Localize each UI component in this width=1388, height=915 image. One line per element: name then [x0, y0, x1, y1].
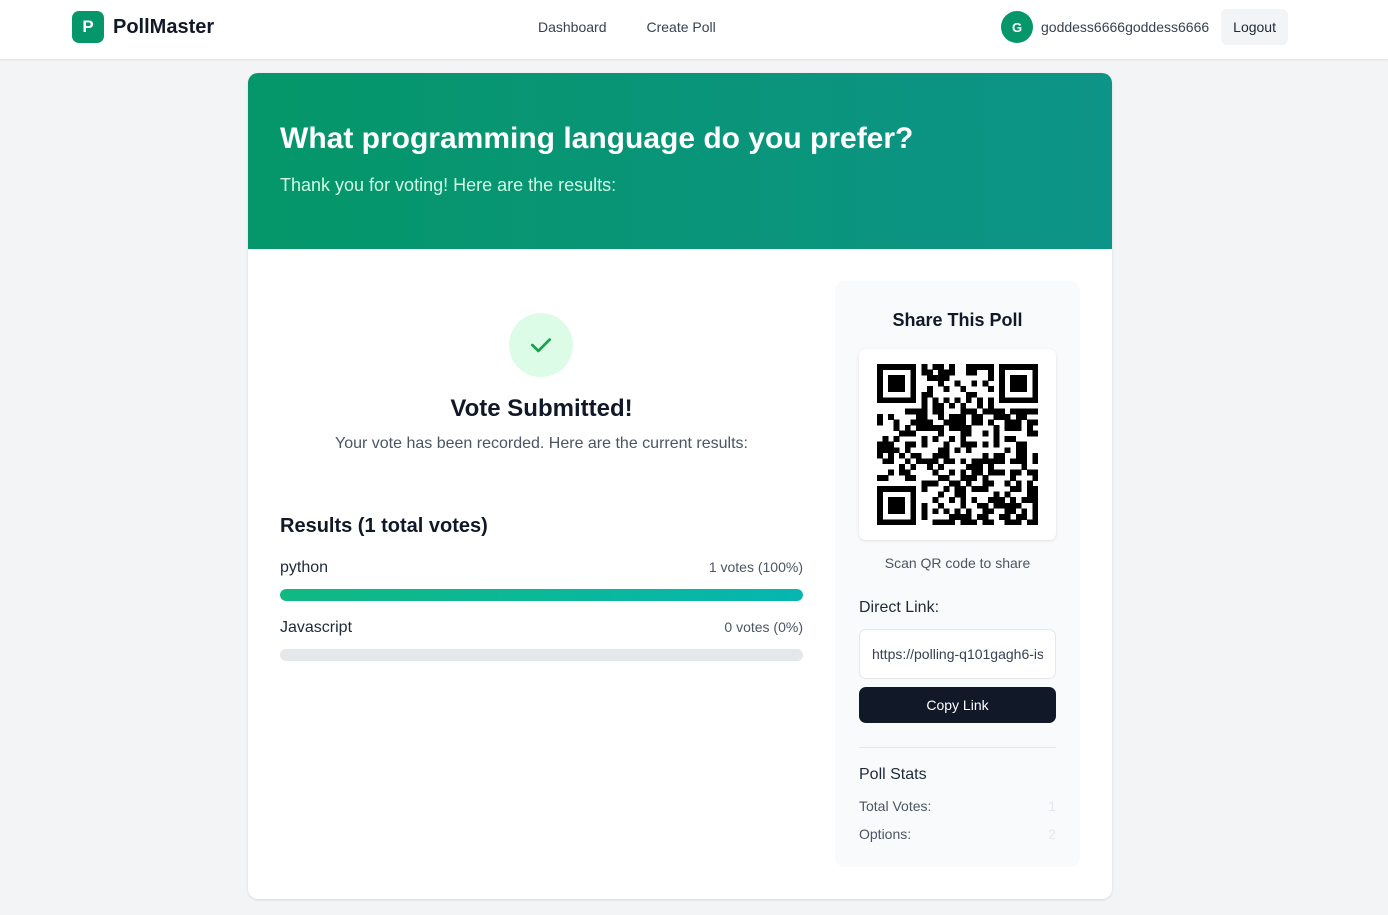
result-bar-track — [280, 589, 803, 601]
vote-submitted-title: Vote Submitted! — [450, 395, 633, 422]
poll-header: What programming language do you prefer?… — [248, 73, 1112, 249]
option-name: Javascript — [280, 619, 353, 636]
result-option: python 1 votes (100%) — [280, 559, 803, 601]
stat-value: 1 — [1048, 798, 1056, 814]
option-votes: 1 votes (100%) — [708, 559, 803, 575]
stat-row-options: Options: 2 — [859, 826, 1056, 842]
poll-question: What programming language do you prefer? — [280, 122, 914, 155]
divider — [859, 747, 1056, 748]
share-panel: Share This Poll Scan QR code to share Di… — [835, 281, 1080, 867]
result-bar-fill — [280, 589, 803, 601]
qr-code-icon — [877, 364, 1038, 525]
direct-link-label: Direct Link: — [859, 599, 940, 616]
brand-name: PollMaster — [113, 15, 215, 38]
top-navbar: P PollMaster Dashboard Create Poll G god… — [0, 0, 1388, 60]
username: goddess6666goddess6666 — [1041, 19, 1210, 35]
qr-code — [859, 349, 1056, 540]
result-option: Javascript 0 votes (0%) — [280, 619, 803, 661]
brand-logo: P — [72, 11, 104, 43]
poll-stats-title: Poll Stats — [859, 766, 927, 783]
nav-link-create-poll[interactable]: Create Poll — [647, 19, 716, 35]
qr-caption: Scan QR code to share — [884, 555, 1031, 571]
avatar: G — [1001, 11, 1033, 43]
result-bar-track — [280, 649, 803, 661]
results-title: Results (1 total votes) — [280, 515, 488, 537]
option-name: python — [280, 559, 329, 576]
poll-card: What programming language do you prefer?… — [248, 73, 1112, 899]
logout-button[interactable]: Logout — [1221, 9, 1288, 45]
stat-label: Total Votes: — [859, 798, 932, 814]
copy-link-button[interactable]: Copy Link — [859, 687, 1056, 723]
stat-value: 2 — [1048, 826, 1056, 842]
check-icon — [509, 313, 573, 377]
stat-label: Options: — [859, 826, 912, 842]
nav-link-dashboard[interactable]: Dashboard — [538, 19, 607, 35]
poll-subtitle: Thank you for voting! Here are the resul… — [280, 175, 617, 195]
stat-row-total-votes: Total Votes: 1 — [859, 798, 1056, 814]
option-votes: 0 votes (0%) — [724, 619, 803, 635]
share-title: Share This Poll — [892, 310, 1023, 330]
direct-link-input[interactable] — [859, 629, 1056, 679]
nav-links: Dashboard Create Poll — [538, 19, 716, 35]
vote-submitted-text: Your vote has been recorded. Here are th… — [335, 435, 748, 452]
brand[interactable]: P PollMaster — [72, 11, 214, 43]
user-menu: G goddess6666goddess6666 Logout — [1001, 9, 1288, 45]
